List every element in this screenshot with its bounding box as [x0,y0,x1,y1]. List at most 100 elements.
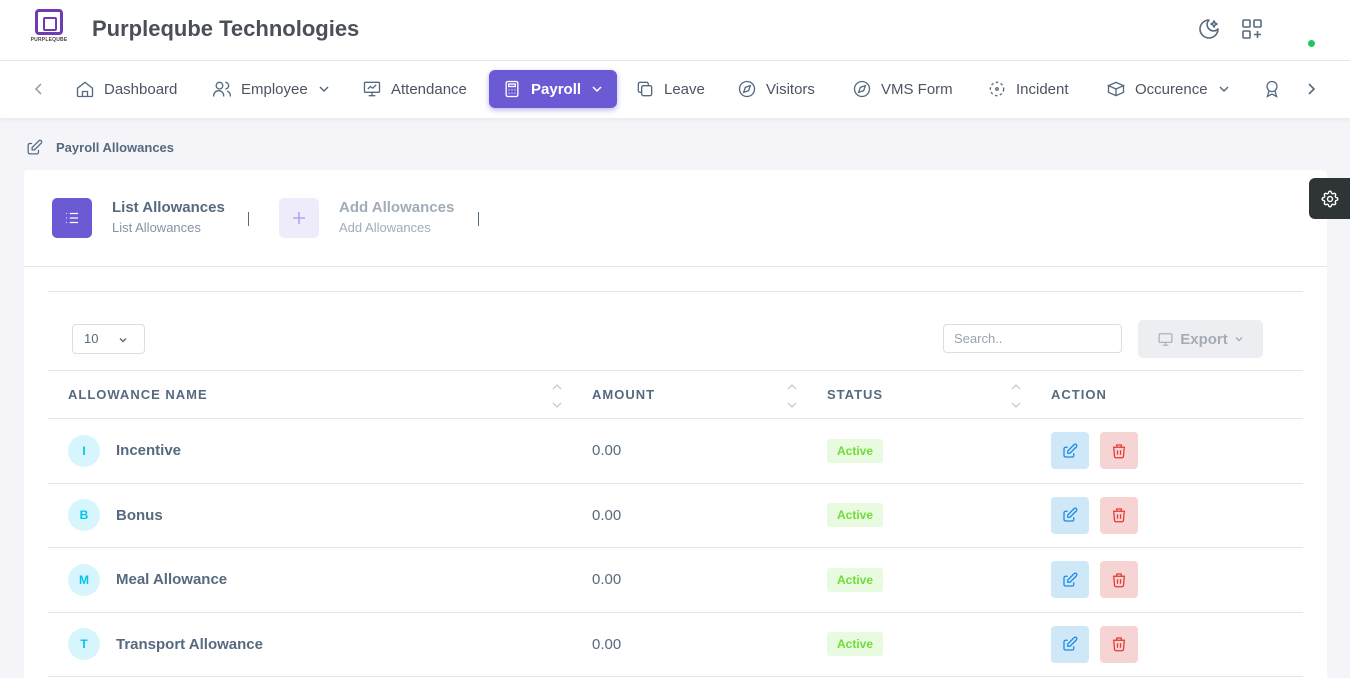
box-icon [1106,81,1126,97]
column-header: STATUS [827,387,884,402]
nav-dashboard[interactable]: Dashboard [62,70,190,108]
nav-vms-form[interactable]: VMS Form [839,70,966,108]
avatar: M [68,563,100,596]
status-badge: Active [827,567,884,592]
step-subtitle: Add Allowances [339,220,431,235]
nav-payroll[interactable]: Payroll [489,70,618,108]
column-header: ALLOWANCE NAME [68,387,208,402]
chevron-down-icon [319,86,329,93]
chevron-down-icon [592,86,602,93]
gear-icon [1321,190,1338,207]
compass-icon [738,80,756,98]
delete-button[interactable] [1100,432,1139,470]
edit-button[interactable] [1051,432,1089,470]
sort-icon [552,384,562,408]
step-title: Add Allowances [339,199,455,216]
edit-icon [1063,636,1078,651]
apps-add-icon[interactable] [1240,17,1264,41]
nav-label: Dashboard [104,80,178,98]
delete-button[interactable] [1100,561,1139,599]
allowances-card: List Allowances List Allowances Add Allo… [24,170,1327,678]
company-logo[interactable]: PURPLEQUBE [30,9,68,49]
table-row: T Transport Allowance 0.00 Active [48,612,1303,677]
table-row: I Incentive 0.00 Active [48,418,1303,484]
settings-toggle[interactable] [1309,178,1350,219]
search-input[interactable] [943,324,1122,353]
table-row: B Bonus 0.00 Active [48,483,1303,548]
monitor-export-icon [1158,332,1173,346]
nav-visitors[interactable]: Visitors [724,70,828,108]
col-action: ACTION [1031,370,1303,419]
sort-icon [787,384,797,408]
edit-button[interactable] [1051,561,1089,599]
table-row: M Meal Allowance 0.00 Active [48,547,1303,613]
col-allowance-name[interactable]: ALLOWANCE NAME [48,370,572,419]
allowance-amount: 0.00 [572,483,807,548]
edit-icon [27,139,43,155]
allowances-table: ALLOWANCE NAME AMOUNT STATUS ACTION I In… [48,370,1303,677]
nav-leave[interactable]: Leave [622,70,718,108]
nav-label: Attendance [391,80,467,98]
trash-icon [1113,637,1126,652]
export-button[interactable]: Export [1138,320,1263,358]
edit-button[interactable] [1051,625,1089,663]
delete-button[interactable] [1100,496,1139,534]
nav-occurence[interactable]: Occurence [1093,70,1244,108]
allowance-name: Meal Allowance [116,571,228,589]
plus-icon [293,212,305,224]
chevron-down-icon [119,338,127,343]
trash-icon [1113,573,1126,588]
trash-icon [1113,508,1126,523]
column-header: ACTION [1051,387,1107,402]
list-icon [66,212,78,224]
edit-icon [1063,443,1078,458]
status-badge: Active [827,632,884,657]
nav-label: VMS Form [881,80,953,98]
online-status-dot [1308,40,1315,47]
page-length-value: 10 [84,331,99,346]
company-name: Purpleqube Technologies [92,16,360,41]
col-amount[interactable]: AMOUNT [572,370,807,419]
edit-button[interactable] [1051,496,1089,534]
award-icon[interactable] [1262,79,1282,99]
nav-incident[interactable]: Incident [974,70,1082,108]
moon-stars-icon[interactable] [1197,17,1221,41]
delete-button[interactable] [1100,625,1139,663]
wizard-steps: List Allowances List Allowances Add Allo… [24,170,1327,267]
step-add-allowances[interactable] [279,198,319,238]
nav-label: Incident [1016,80,1069,98]
chevron-down-icon [1219,86,1229,93]
column-header: AMOUNT [592,387,656,402]
allowance-name: Incentive [116,442,182,460]
allowance-amount: 0.00 [572,612,807,677]
page-title: Payroll Allowances [56,140,175,155]
allowance-amount: 0.00 [572,418,807,484]
presentation-icon [363,81,381,97]
nav-attendance[interactable]: Attendance [349,70,480,108]
status-badge: Active [827,503,884,528]
page-length-select[interactable]: 10 [72,324,145,354]
nav-label: Payroll [531,80,582,98]
trash-icon [1113,444,1126,459]
step-list-allowances[interactable] [52,198,92,238]
step-separator [248,212,249,226]
edit-icon [1063,507,1078,522]
nav-employee[interactable]: Employee [199,70,344,108]
avatar: I [68,434,100,467]
allowance-amount: 0.00 [572,547,807,613]
calculator-icon [505,80,519,98]
copy-icon [637,81,653,97]
nav-scroll-right-icon[interactable] [1301,79,1321,99]
nav-label: Occurence [1135,80,1208,98]
sort-icon [1011,384,1021,408]
export-label: Export [1180,330,1228,348]
main-nav: Dashboard Employee Attendance Payroll Le… [0,61,1350,118]
status-badge: Active [827,438,884,463]
table-header-row: ALLOWANCE NAME AMOUNT STATUS ACTION [48,370,1303,419]
home-icon [76,81,94,98]
nav-scroll-left-icon[interactable] [29,79,49,99]
nav-label: Employee [241,80,308,98]
col-status[interactable]: STATUS [807,370,1031,419]
step-separator [478,212,479,226]
avatar: T [68,628,100,661]
